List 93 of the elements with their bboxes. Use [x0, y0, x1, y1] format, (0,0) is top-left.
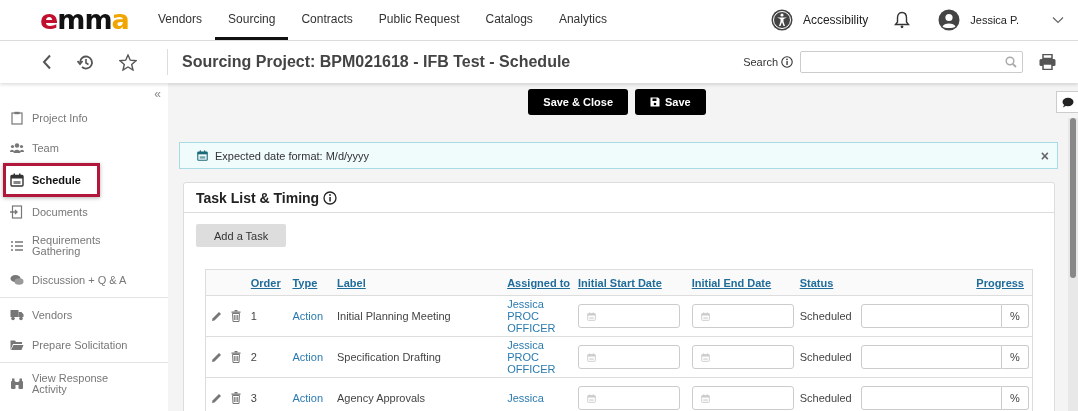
sidebar-item[interactable]: Team — [0, 133, 150, 163]
binoculars-icon — [10, 377, 24, 391]
date-field[interactable] — [578, 345, 680, 369]
sidebar-item[interactable]: View Response Activity — [0, 365, 150, 403]
date-field[interactable] — [578, 304, 680, 328]
clipboard-icon — [10, 111, 24, 125]
sidebar-item[interactable]: Documents — [0, 197, 150, 227]
accessibility-link[interactable]: Accessibility — [802, 13, 869, 27]
order-number: 2 — [250, 351, 257, 363]
trash-icon[interactable] — [231, 351, 241, 363]
date-field[interactable] — [691, 345, 794, 369]
save-close-button[interactable]: Save & Close — [528, 89, 628, 115]
chat-bubbles-icon — [10, 273, 24, 287]
history-icon[interactable] — [77, 53, 94, 71]
task-label: Specification Drafting — [337, 351, 441, 363]
assignee-link[interactable]: Jessica — [507, 392, 568, 404]
date-field[interactable] — [691, 304, 794, 328]
nav-tab[interactable]: Catalogs — [472, 0, 546, 40]
calendar-icon — [700, 311, 710, 321]
progress-field[interactable] — [860, 304, 1002, 328]
add-task-button[interactable]: Add a Task — [196, 224, 287, 247]
calendar-icon — [700, 393, 710, 403]
sidebar-item[interactable]: Prepare Solicitation — [0, 330, 150, 360]
alert-text: Expected date format: M/d/yyyy — [215, 149, 370, 162]
status-text: Scheduled — [799, 351, 852, 363]
list-icon — [10, 239, 24, 253]
type-link[interactable]: Action — [292, 310, 324, 322]
chat-button[interactable] — [1056, 91, 1078, 113]
page-title: Sourcing Project: BPM021618 - IFB Test - Schedule — [182, 53, 571, 71]
pencil-icon[interactable] — [211, 310, 222, 322]
accessibility-icon[interactable] — [770, 9, 793, 31]
calendar-icon — [700, 352, 710, 362]
folder-icon — [10, 338, 24, 352]
percent-addon: % — [1002, 386, 1029, 410]
status-text: Scheduled — [799, 392, 852, 404]
sidebar-item[interactable]: Requirements Gathering — [0, 227, 150, 265]
collapse-button[interactable]: « — [0, 87, 168, 101]
calendar-icon — [587, 352, 596, 362]
percent-addon: % — [1002, 345, 1029, 369]
close-button[interactable]: × — [1040, 147, 1049, 164]
pencil-icon[interactable] — [211, 392, 222, 404]
sidebar-item[interactable]: Project Info — [0, 103, 150, 133]
floppy-icon — [650, 97, 660, 107]
task-label: Initial Planning Meeting — [337, 310, 451, 322]
bell-icon[interactable] — [894, 11, 911, 29]
progress-field[interactable] — [860, 345, 1002, 369]
sidebar-item[interactable]: Vendors — [0, 300, 150, 330]
sidebar-item[interactable]: Discussion + Q & A — [0, 265, 150, 295]
type-link[interactable]: Action — [292, 392, 324, 404]
task-label: Agency Approvals — [337, 392, 426, 404]
order-number: 3 — [250, 392, 257, 404]
order-number: 1 — [250, 310, 257, 322]
assignee-link[interactable]: Jessica PROC OFFICER — [507, 298, 568, 334]
pencil-icon[interactable] — [211, 351, 222, 363]
search-label: Search — [743, 56, 778, 68]
search-icon[interactable] — [1005, 56, 1017, 68]
sidebar-item[interactable]: Schedule — [3, 163, 100, 197]
speech-bubble-icon — [1061, 96, 1074, 108]
calendar-icon — [587, 311, 596, 321]
column-header[interactable]: Progress — [976, 276, 1024, 289]
chevron-down-icon[interactable] — [1052, 16, 1064, 24]
type-link[interactable]: Action — [292, 351, 324, 363]
trash-icon[interactable] — [231, 392, 241, 404]
date-field[interactable] — [578, 386, 680, 410]
info-icon[interactable] — [781, 56, 793, 68]
document-icon — [10, 205, 24, 219]
print-icon[interactable] — [1039, 54, 1056, 70]
date-field[interactable] — [691, 386, 794, 410]
status-text: Scheduled — [799, 310, 852, 322]
star-icon[interactable] — [119, 53, 137, 71]
column-header[interactable]: Label — [337, 276, 366, 289]
nav-tab[interactable]: Public Request — [365, 0, 473, 40]
progress-field[interactable] — [860, 386, 1002, 410]
calendar-icon — [587, 393, 596, 403]
calendar-icon — [197, 150, 208, 161]
scrollbar[interactable] — [1068, 118, 1078, 411]
logo[interactable]: emma — [0, 8, 145, 32]
back-icon[interactable] — [42, 54, 52, 70]
truck-icon — [10, 308, 24, 322]
info-icon[interactable] — [323, 190, 338, 205]
trash-icon[interactable] — [231, 310, 241, 322]
avatar-icon[interactable] — [938, 9, 961, 31]
calendar-icon — [10, 173, 24, 187]
search-field[interactable] — [800, 51, 1023, 73]
nav-tab[interactable]: Vendors — [145, 0, 216, 40]
users-icon — [10, 141, 24, 155]
percent-addon: % — [1002, 304, 1029, 328]
save-button[interactable]: Save — [635, 89, 706, 115]
user-name[interactable]: Jessica P. — [970, 14, 1019, 26]
assignee-link[interactable]: Jessica PROC OFFICER — [507, 339, 568, 375]
card-title: Task List & Timing — [196, 189, 320, 206]
nav-tab[interactable]: Contracts — [288, 0, 366, 40]
nav-tab[interactable]: Analytics — [545, 0, 620, 40]
